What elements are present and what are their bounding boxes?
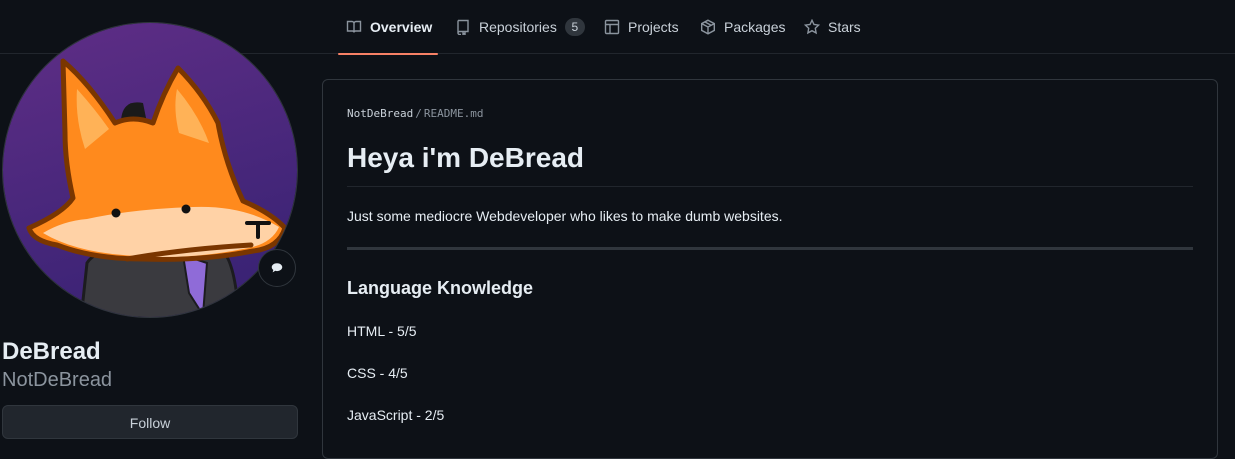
profile-login: NotDeBread	[2, 369, 113, 391]
readme-owner-link[interactable]: NotDeBread	[347, 107, 413, 120]
fox-avatar-image	[3, 23, 297, 317]
language-knowledge-heading: Language Knowledge	[347, 278, 534, 298]
tab-repositories-label: Repositories	[479, 19, 557, 35]
tab-overview-label: Overview	[370, 19, 433, 35]
readme-breadcrumb: NotDeBread / README.md	[347, 107, 483, 120]
readme-intro-text: Just some mediocre Webdeveloper who like…	[347, 208, 783, 224]
repositories-count-badge: 5	[564, 18, 585, 36]
star-icon	[804, 19, 820, 35]
readme-heading: Heya i'm DeBread	[347, 140, 1193, 187]
tab-overview[interactable]: Overview	[338, 0, 438, 55]
tab-stars-label: Stars	[828, 19, 861, 35]
tab-projects[interactable]: Projects	[604, 0, 679, 54]
profile-name: DeBread	[2, 338, 101, 365]
breadcrumb-separator: /	[415, 107, 422, 120]
tab-repositories[interactable]: Repositories 5	[455, 0, 585, 54]
tab-packages[interactable]: Packages	[700, 0, 785, 54]
horizontal-rule	[347, 247, 1193, 250]
readme-file-link[interactable]: README.md	[424, 107, 484, 120]
readme-card: NotDeBread / README.md Heya i'm DeBread Ju…	[322, 79, 1218, 459]
set-status-button[interactable]	[258, 249, 296, 287]
language-item-html: HTML - 5/5	[347, 323, 417, 339]
follow-button[interactable]: Follow	[2, 405, 298, 439]
book-icon	[346, 20, 362, 33]
tab-projects-label: Projects	[628, 19, 679, 35]
speech-bubble-icon	[271, 263, 283, 273]
tab-stars[interactable]: Stars	[804, 0, 861, 54]
table-icon	[604, 19, 620, 35]
avatar[interactable]	[2, 22, 298, 318]
package-icon	[701, 19, 715, 35]
language-item-css: CSS - 4/5	[347, 365, 408, 381]
repo-icon	[457, 19, 469, 35]
language-item-javascript: JavaScript - 2/5	[347, 407, 445, 423]
tab-packages-label: Packages	[724, 19, 786, 35]
